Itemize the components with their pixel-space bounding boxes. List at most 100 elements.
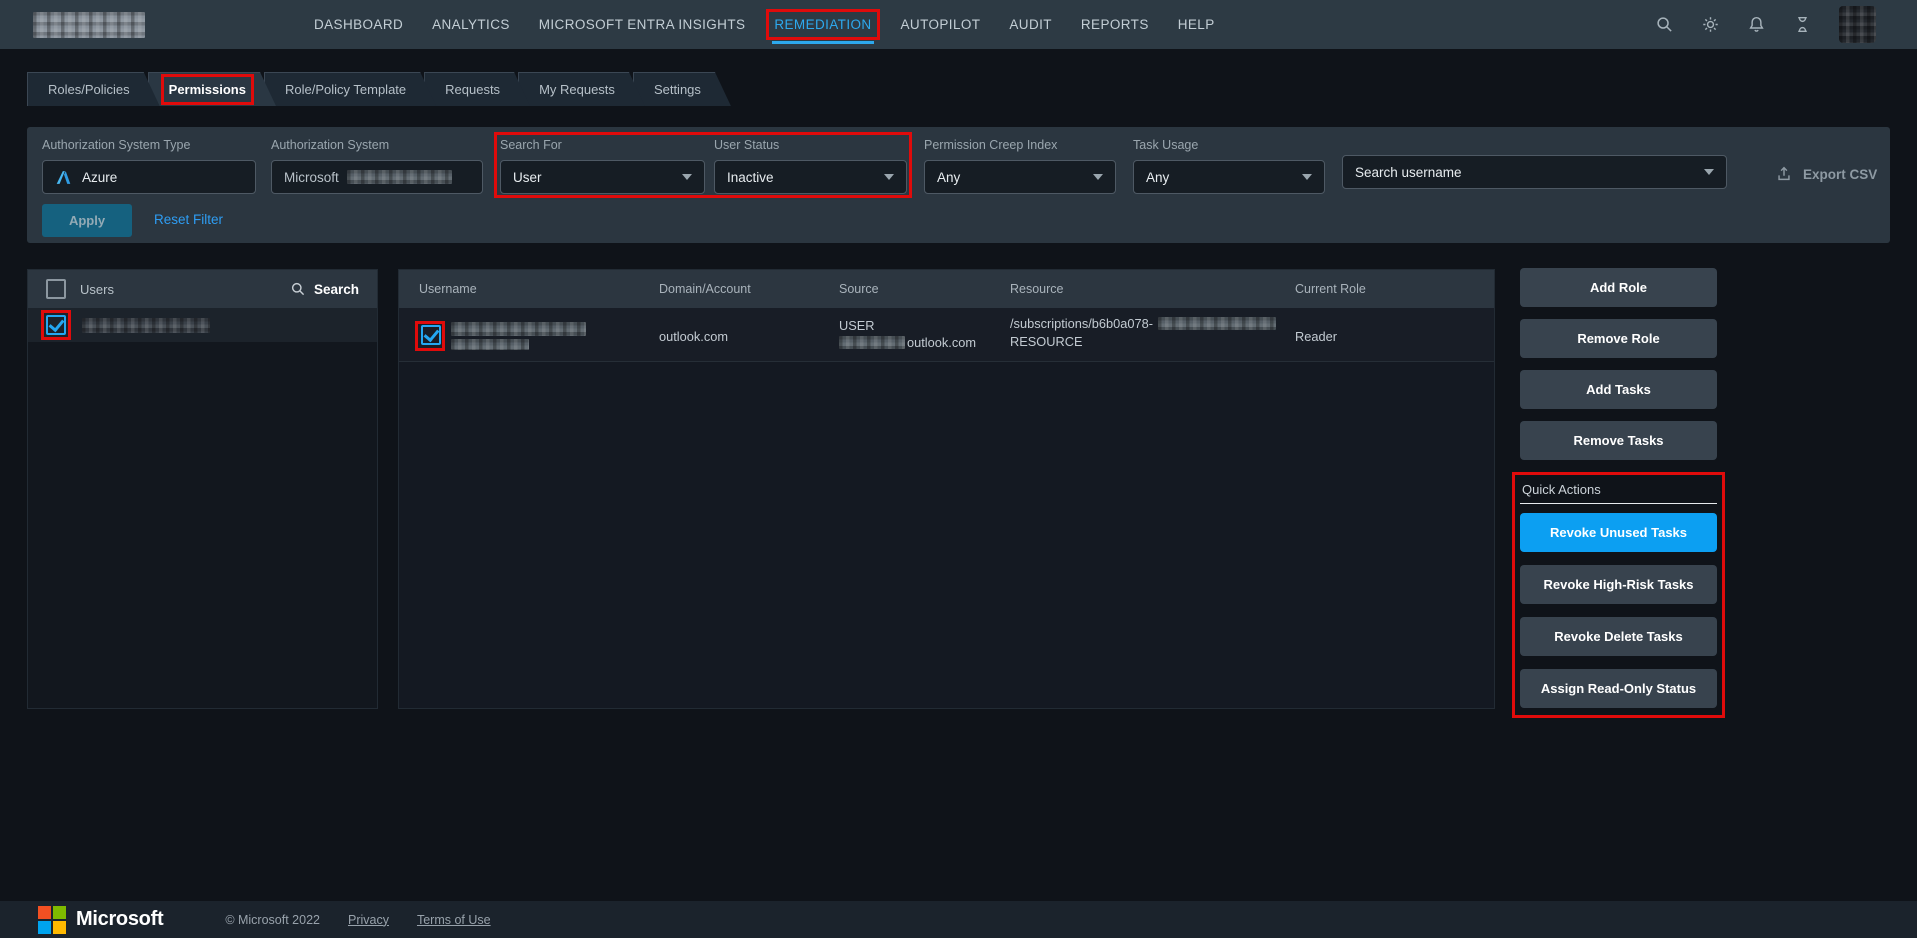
copyright-text: © Microsoft 2022 [225,913,320,927]
auth-system-type-field: Authorization System Type Azure [42,138,256,194]
tab-settings[interactable]: Settings [633,72,731,106]
task-usage-select[interactable]: Any [1133,160,1325,194]
cell-source-type: USER [839,318,875,333]
tab-my-requests[interactable]: My Requests [518,72,645,106]
chevron-down-icon [1093,174,1103,180]
user-list-item[interactable] [28,308,377,342]
search-icon [290,281,306,297]
revoke-delete-tasks-button[interactable]: Revoke Delete Tasks [1520,617,1717,656]
nav-item-entra-insights[interactable]: MICROSOFT ENTRA INSIGHTS [539,0,746,49]
column-header-current-role: Current Role [1295,282,1366,296]
search-username-field: Search username [1342,155,1727,189]
app-logo-redacted [33,12,145,38]
navbar-icon-group [1655,0,1876,49]
nav-item-dashboard[interactable]: DASHBOARD [314,0,403,49]
task-usage-field: Task Usage Any [1133,138,1325,194]
chevron-down-icon [682,174,692,180]
tab-bar: Roles/Policies Permissions Role/Policy T… [27,72,719,106]
microsoft-brand-text: Microsoft [76,908,163,931]
tab-roles-policies[interactable]: Roles/Policies [27,72,160,106]
remove-role-button[interactable]: Remove Role [1520,319,1717,358]
assign-read-only-status-button[interactable]: Assign Read-Only Status [1520,669,1717,708]
user-status-label: User Status [714,138,907,153]
permissions-table: Username Domain/Account Source Resource … [398,269,1495,709]
table-row[interactable]: outlook.com USER outlook.com /subscripti… [399,308,1494,362]
cell-domain: outlook.com [659,329,728,344]
permission-creep-field: Permission Creep Index Any [924,138,1116,194]
cell-source-domain: outlook.com [907,335,976,350]
auth-system-redacted [347,170,452,184]
tab-requests[interactable]: Requests [424,72,530,106]
remove-tasks-button[interactable]: Remove Tasks [1520,421,1717,460]
auth-system-type-select[interactable]: Azure [42,160,256,194]
actions-sidebar: Add Role Remove Role Add Tasks Remove Ta… [1520,268,1717,718]
task-usage-label: Task Usage [1133,138,1325,153]
search-for-field: Search For User [500,138,705,194]
tab-role-policy-template[interactable]: Role/Policy Template [264,72,436,106]
nav-item-reports[interactable]: REPORTS [1081,0,1149,49]
add-role-button[interactable]: Add Role [1520,268,1717,307]
chevron-down-icon [1302,174,1312,180]
privacy-link[interactable]: Privacy [348,913,389,927]
apply-button[interactable]: Apply [42,204,132,237]
column-header-source: Source [839,282,879,296]
row-checkbox[interactable] [421,325,441,345]
search-icon[interactable] [1655,15,1674,34]
quick-actions-label: Quick Actions [1520,480,1717,504]
redacted-subscription-id [1158,317,1276,330]
chevron-down-icon [884,174,894,180]
redacted-email-prefix [839,336,905,349]
settings-gear-icon[interactable] [1701,15,1720,34]
search-for-label: Search For [500,138,705,153]
column-header-domain-account: Domain/Account [659,282,751,296]
footer: Microsoft © Microsoft 2022 Privacy Terms… [0,901,1917,938]
nav-item-help[interactable]: HELP [1178,0,1215,49]
column-header-resource: Resource [1010,282,1064,296]
top-navbar: DASHBOARD ANALYTICS MICROSOFT ENTRA INSI… [0,0,1917,49]
nav-item-analytics[interactable]: ANALYTICS [432,0,510,49]
filter-panel: Authorization System Type Azure Authoriz… [27,127,1890,243]
cell-current-role: Reader [1295,329,1337,344]
auth-system-type-label: Authorization System Type [42,138,256,153]
user-avatar-redacted[interactable] [1839,6,1876,43]
users-search-button[interactable]: Search [290,281,359,297]
notifications-bell-icon[interactable] [1747,15,1766,34]
user-status-field: User Status Inactive [714,138,907,194]
auth-system-select[interactable]: Microsoft [271,160,483,194]
cell-resource-path: /subscriptions/b6b0a078- [1010,316,1153,331]
permission-creep-select[interactable]: Any [924,160,1116,194]
tab-permissions[interactable]: Permissions [148,72,276,106]
search-username-combobox[interactable]: Search username [1342,155,1727,189]
redacted-username [82,318,210,333]
users-panel-title: Users [80,282,114,297]
export-icon [1775,165,1793,183]
permission-creep-label: Permission Creep Index [924,138,1116,153]
revoke-high-risk-tasks-button[interactable]: Revoke High-Risk Tasks [1520,565,1717,604]
cell-resource-type: RESOURCE [1010,334,1083,349]
auth-system-field: Authorization System Microsoft [271,138,483,194]
nav-item-autopilot[interactable]: AUTOPILOT [901,0,981,49]
revoke-unused-tasks-button[interactable]: Revoke Unused Tasks [1520,513,1717,552]
search-for-select[interactable]: User [500,160,705,194]
main-navigation: DASHBOARD ANALYTICS MICROSOFT ENTRA INSI… [314,0,1215,49]
quick-actions-section: Quick Actions Revoke Unused Tasks Revoke… [1512,472,1725,718]
export-csv-button[interactable]: Export CSV [1775,165,1877,183]
users-panel-header: Users Search [28,270,377,308]
chevron-down-icon [1704,169,1714,175]
redacted-username [451,322,586,336]
microsoft-logo-icon [38,906,66,934]
user-status-select[interactable]: Inactive [714,160,907,194]
table-header-row: Username Domain/Account Source Resource … [399,270,1494,308]
users-panel: Users Search [27,269,378,709]
hourglass-icon[interactable] [1793,15,1812,34]
column-header-username: Username [419,282,477,296]
nav-item-audit[interactable]: AUDIT [1009,0,1052,49]
auth-system-label: Authorization System [271,138,483,153]
select-all-users-checkbox[interactable] [46,279,66,299]
user-row-checkbox[interactable] [46,315,66,335]
add-tasks-button[interactable]: Add Tasks [1520,370,1717,409]
nav-item-remediation[interactable]: REMEDIATION [774,0,871,49]
terms-of-use-link[interactable]: Terms of Use [417,913,491,927]
reset-filter-link[interactable]: Reset Filter [154,212,223,227]
redacted-username-line2 [451,339,529,350]
